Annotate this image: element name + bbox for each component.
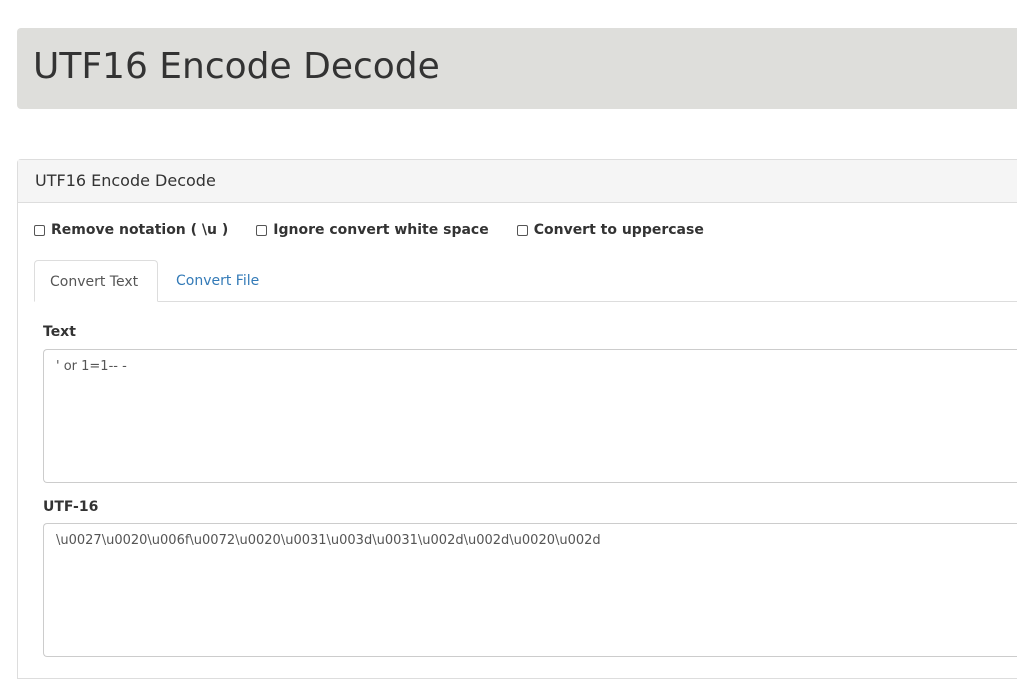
utf16-field-label: UTF-16 — [43, 499, 99, 515]
ignore-whitespace-label: Ignore convert white space — [273, 222, 489, 238]
remove-notation-label: Remove notation ( \u ) — [51, 222, 229, 238]
tab-bar: Convert Text Convert File — [34, 260, 1017, 302]
utf16-output[interactable]: \u0027\u0020\u006f\u0072\u0020\u0031\u00… — [43, 523, 1017, 657]
uppercase-option[interactable]: Convert to uppercase — [516, 222, 704, 238]
page-header: UTF16 Encode Decode — [17, 28, 1017, 109]
text-input[interactable]: ' or 1=1-- - — [43, 349, 1017, 483]
uppercase-checkbox[interactable] — [516, 224, 528, 236]
tab-convert-file[interactable]: Convert File — [161, 260, 274, 302]
options-row: Remove notation ( \u ) Ignore convert wh… — [34, 220, 732, 240]
converter-panel: UTF16 Encode Decode Remove notation ( \u… — [17, 159, 1017, 679]
remove-notation-checkbox[interactable] — [34, 224, 45, 236]
tab-convert-text[interactable]: Convert Text — [34, 260, 158, 302]
ignore-whitespace-checkbox[interactable] — [256, 224, 268, 236]
panel-heading: UTF16 Encode Decode — [18, 160, 1017, 203]
ignore-whitespace-option[interactable]: Ignore convert white space — [256, 222, 489, 238]
remove-notation-option[interactable]: Remove notation ( \u ) — [34, 222, 228, 238]
text-field-label: Text — [43, 324, 76, 340]
uppercase-label: Convert to uppercase — [533, 222, 704, 238]
page-title: UTF16 Encode Decode — [33, 46, 440, 87]
